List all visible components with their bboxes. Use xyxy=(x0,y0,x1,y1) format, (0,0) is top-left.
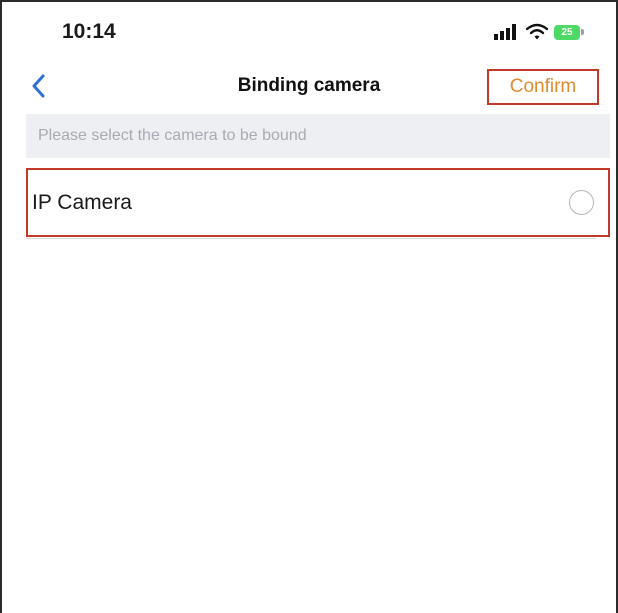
hint-text: Please select the camera to be bound xyxy=(38,127,307,144)
status-time: 10:14 xyxy=(62,20,116,43)
signal-icon xyxy=(494,24,516,40)
battery-level: 25 xyxy=(561,26,573,38)
camera-radio-button[interactable] xyxy=(569,190,594,215)
status-icons: 25 xyxy=(494,22,584,42)
row-divider xyxy=(26,238,596,239)
status-bar: 10:14 25 xyxy=(2,2,616,54)
battery-icon: 25 xyxy=(554,24,584,40)
confirm-button[interactable]: Confirm xyxy=(487,69,599,105)
app-screen: 10:14 25 Binding camera Confirm Please s… xyxy=(0,0,618,613)
nav-bar: Binding camera Confirm xyxy=(2,62,616,110)
wifi-icon xyxy=(526,23,548,40)
camera-list-item[interactable]: IP Camera xyxy=(26,168,610,237)
battery-body: 25 xyxy=(554,24,581,40)
battery-tip xyxy=(581,29,584,35)
hint-bar: Please select the camera to be bound xyxy=(26,114,610,158)
camera-label: IP Camera xyxy=(32,190,132,214)
